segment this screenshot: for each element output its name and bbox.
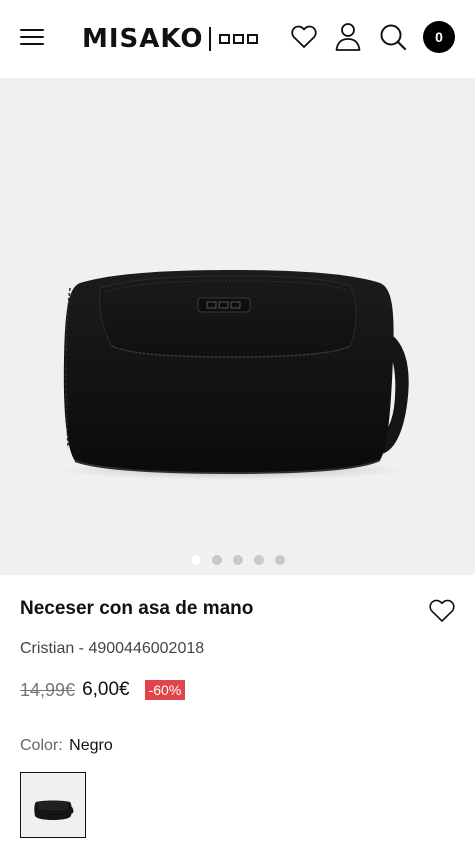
- product-gallery[interactable]: [0, 78, 475, 575]
- discount-badge: -60%: [144, 680, 186, 700]
- logo-mark-icon: [218, 34, 258, 44]
- product-title: Neceser con asa de mano: [20, 598, 254, 619]
- logo-divider: [209, 27, 211, 51]
- gallery-dot[interactable]: [253, 555, 264, 565]
- color-swatch-negro[interactable]: [20, 772, 86, 838]
- cart-count-badge[interactable]: 0: [423, 21, 455, 53]
- add-to-wishlist-button[interactable]: [428, 598, 456, 626]
- color-selector-label: Color: Negro: [20, 737, 113, 755]
- product-sku: Cristian - 4900446002018: [20, 640, 205, 657]
- heart-icon: [429, 599, 455, 622]
- color-label: Color:: [20, 737, 63, 754]
- search-icon: [380, 24, 407, 51]
- gallery-pagination: [0, 555, 475, 565]
- gallery-dot[interactable]: [211, 555, 222, 565]
- swatch-thumbnail-image: [34, 800, 74, 820]
- search-button[interactable]: [376, 20, 410, 54]
- original-price: 14,99€: [20, 679, 76, 700]
- site-header: MISAKO 0: [0, 0, 475, 78]
- brand-logo[interactable]: MISAKO: [82, 23, 258, 55]
- gallery-dot[interactable]: [274, 555, 285, 565]
- heart-icon: [291, 25, 317, 48]
- brand-name: MISAKO: [82, 24, 204, 54]
- user-icon: [335, 23, 361, 51]
- menu-icon[interactable]: [20, 28, 44, 46]
- account-button[interactable]: [331, 20, 365, 54]
- gallery-dot[interactable]: [190, 555, 201, 565]
- sale-price: 6,00€: [82, 679, 130, 700]
- price-row: 14,99€ 6,00€ -60%: [20, 679, 186, 701]
- wishlist-button[interactable]: [287, 20, 321, 54]
- gallery-dot[interactable]: [232, 555, 243, 565]
- product-image: [57, 270, 409, 480]
- color-value: Negro: [69, 737, 113, 754]
